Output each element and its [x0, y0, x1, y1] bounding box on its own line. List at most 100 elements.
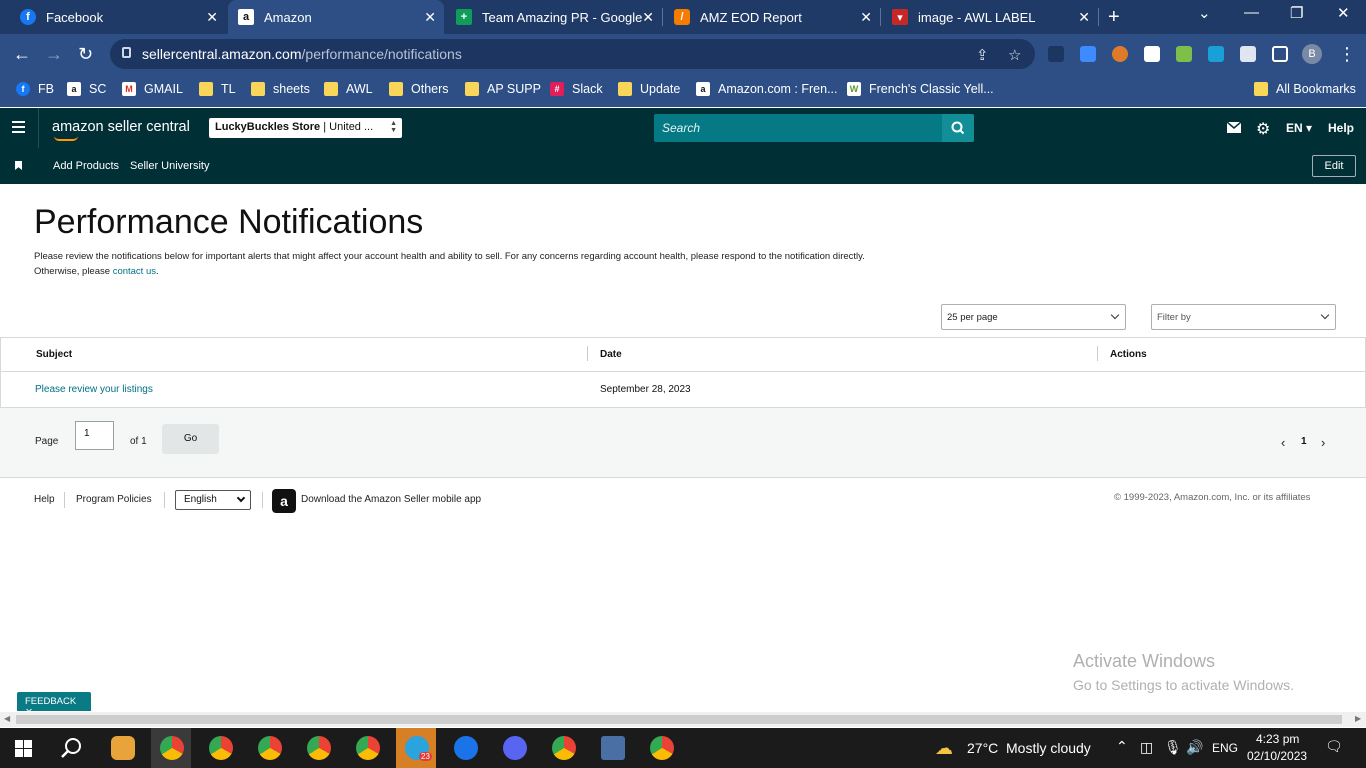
settings-gear-icon[interactable]: ⚙: [1256, 119, 1270, 139]
extension-icon[interactable]: [1080, 46, 1096, 62]
edit-button[interactable]: Edit: [1312, 155, 1356, 177]
current-page-number[interactable]: 1: [1301, 436, 1307, 447]
bookmark-slack[interactable]: # Slack: [550, 82, 603, 96]
language-selector[interactable]: EN ▾: [1286, 121, 1312, 135]
chrome-icon[interactable]: [307, 736, 331, 760]
contact-us-link[interactable]: contact us: [113, 266, 156, 277]
go-button[interactable]: Go: [162, 424, 219, 454]
footer-language-select[interactable]: English: [175, 490, 251, 510]
bookmark-star-icon[interactable]: ☆: [1008, 46, 1021, 64]
reload-icon[interactable]: ↻: [78, 44, 93, 65]
bookmark-tl[interactable]: TL: [199, 82, 236, 96]
close-window-icon[interactable]: ✕: [1337, 4, 1350, 22]
clock-date[interactable]: 02/10/2023: [1247, 749, 1307, 763]
chevron-up-icon[interactable]: ⌃: [1116, 738, 1128, 755]
tab-search-icon[interactable]: ⌄: [1198, 4, 1211, 22]
chrome-icon[interactable]: [209, 736, 233, 760]
zoom-app-icon[interactable]: [454, 736, 478, 760]
tab-google-sheets[interactable]: + Team Amazing PR - Google ✕: [446, 0, 662, 34]
forward-icon[interactable]: →: [45, 44, 63, 65]
close-tab-icon[interactable]: ✕: [206, 9, 218, 26]
search-button[interactable]: [942, 114, 974, 142]
clock-time[interactable]: 4:23 pm: [1256, 732, 1299, 746]
sidepanel-icon[interactable]: [1272, 46, 1288, 62]
fba-icon[interactable]: [1208, 46, 1224, 62]
footer-help-link[interactable]: Help: [34, 494, 55, 505]
address-bar[interactable]: sellercentral.amazon.com/performance/not…: [110, 39, 1035, 69]
close-tab-icon[interactable]: ✕: [860, 9, 872, 26]
notification-subject-link[interactable]: Please review your listings: [35, 384, 153, 395]
column-header-date[interactable]: Date: [600, 349, 622, 360]
microphone-icon[interactable]: 🎙: [1164, 739, 1182, 756]
discord-icon[interactable]: [503, 736, 527, 760]
chrome-icon[interactable]: [160, 736, 184, 760]
puzzle-icon[interactable]: [1240, 46, 1256, 62]
share-icon[interactable]: ⇪: [976, 46, 989, 64]
close-tab-icon[interactable]: ✕: [1078, 9, 1090, 26]
bookmark-others[interactable]: Others: [389, 82, 449, 96]
store-selector[interactable]: LuckyBuckles Store | United ... ▲ ▼: [209, 118, 402, 138]
amazon-app-icon[interactable]: a: [272, 489, 296, 513]
extension-icon[interactable]: [1112, 46, 1128, 62]
meet-now-icon[interactable]: ◫: [1140, 739, 1153, 756]
back-icon[interactable]: ←: [13, 44, 31, 65]
close-tab-icon[interactable]: ✕: [642, 9, 654, 26]
tab-eod-report[interactable]: / AMZ EOD Report ✕: [664, 0, 880, 34]
per-page-select[interactable]: 25 per page: [941, 304, 1126, 330]
bookmark-all[interactable]: All Bookmarks: [1254, 82, 1356, 96]
eyedropper-icon[interactable]: [1176, 46, 1192, 62]
bookmark-fb[interactable]: f FB: [16, 82, 54, 96]
new-tab-button[interactable]: +: [1108, 6, 1120, 29]
bookmark-ap-supp[interactable]: AP SUPP: [465, 82, 541, 96]
horizontal-scrollbar[interactable]: ◀ ▶: [0, 712, 1366, 727]
help-link[interactable]: Help: [1328, 121, 1354, 135]
chrome-icon[interactable]: [650, 736, 674, 760]
game-app-icon[interactable]: [111, 736, 135, 760]
tab-facebook[interactable]: f Facebook ✕: [8, 0, 226, 34]
taskbar-search-icon[interactable]: [61, 737, 83, 759]
scroll-left-icon[interactable]: ◀: [4, 714, 10, 723]
chrome-icon[interactable]: [552, 736, 576, 760]
windows-start-icon[interactable]: [15, 740, 32, 757]
profile-avatar[interactable]: B: [1302, 44, 1322, 64]
extension-icon[interactable]: [1048, 46, 1064, 62]
hamburger-menu-icon[interactable]: [12, 121, 25, 136]
bookmark-amazon-frenchs[interactable]: a Amazon.com : Fren...: [696, 82, 837, 96]
chrome-icon[interactable]: [356, 736, 380, 760]
volume-icon[interactable]: 🔊: [1186, 739, 1203, 756]
filter-select[interactable]: Filter by: [1151, 304, 1336, 330]
subnav-seller-university[interactable]: Seller University: [130, 160, 209, 172]
bookmark-sc[interactable]: a SC: [67, 82, 106, 96]
mail-icon[interactable]: [1227, 122, 1241, 133]
download-app-link[interactable]: Download the Amazon Seller mobile app: [301, 494, 481, 505]
chevron-left-icon[interactable]: ‹: [1281, 435, 1285, 450]
scrollbar-thumb[interactable]: [16, 715, 1342, 724]
page-number-input[interactable]: 1: [75, 421, 114, 450]
menu-dots-icon[interactable]: ⋮: [1338, 44, 1356, 65]
search-input[interactable]: Search: [654, 114, 942, 142]
tab-amazon[interactable]: a Amazon ✕: [228, 0, 444, 34]
subnav-add-products[interactable]: Add Products: [53, 160, 119, 172]
close-tab-icon[interactable]: ✕: [424, 9, 436, 26]
bookmark-sheets[interactable]: sheets: [251, 82, 310, 96]
restore-icon[interactable]: ❐: [1290, 4, 1303, 22]
scroll-right-icon[interactable]: ▶: [1355, 714, 1361, 723]
tab-awl-label[interactable]: ▾ image - AWL LABEL ✕: [882, 0, 1098, 34]
seller-central-logo[interactable]: amazon seller central: [52, 119, 190, 141]
weather-description[interactable]: Mostly cloudy: [1006, 740, 1091, 756]
bookmark-awl[interactable]: AWL: [324, 82, 373, 96]
minimize-icon[interactable]: —: [1244, 4, 1259, 21]
program-policies-link[interactable]: Program Policies: [76, 494, 152, 505]
feedback-button[interactable]: FEEDBACK ✕: [17, 692, 91, 718]
chrome-icon[interactable]: [258, 736, 282, 760]
column-header-subject[interactable]: Subject: [36, 349, 72, 360]
weather-temp[interactable]: 27°C: [967, 740, 998, 756]
bookmark-update[interactable]: Update: [618, 82, 680, 96]
input-language[interactable]: ENG: [1212, 741, 1238, 755]
camera-icon[interactable]: [1144, 46, 1160, 62]
chevron-right-icon[interactable]: ›: [1321, 435, 1325, 450]
bookmark-icon[interactable]: [15, 161, 22, 170]
calculator-icon[interactable]: [601, 736, 625, 760]
bookmark-frenchs-classic[interactable]: W French's Classic Yell...: [847, 82, 994, 96]
bookmark-gmail[interactable]: M GMAIL: [122, 82, 183, 96]
